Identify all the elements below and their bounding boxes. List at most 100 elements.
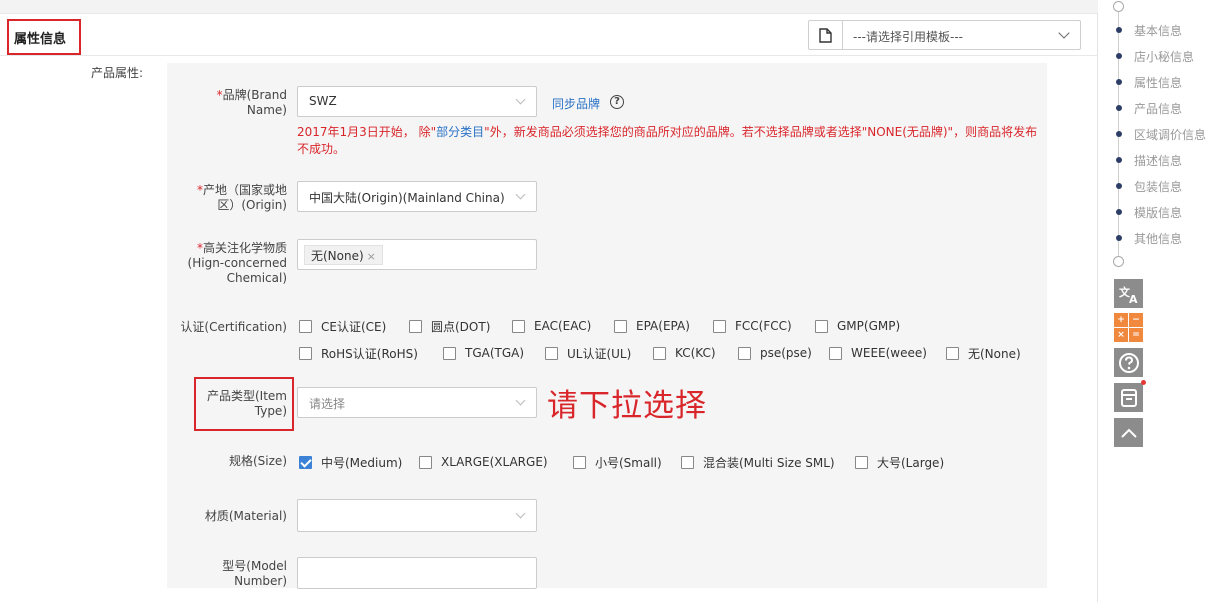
- nav-dot: [1116, 105, 1122, 111]
- nav-item[interactable]: 区域调价信息: [1114, 126, 1206, 142]
- nav-end-ring: [1113, 256, 1124, 267]
- checkbox[interactable]: [713, 319, 726, 333]
- checkbox[interactable]: [653, 346, 666, 360]
- origin-label: *产地（国家或地区）(Origin): [187, 183, 287, 213]
- checkbox[interactable]: [681, 455, 694, 469]
- calc-equals: =: [1129, 328, 1143, 342]
- size-option[interactable]: 大号(Large): [855, 454, 944, 470]
- sync-brand-link[interactable]: 同步品牌: [552, 95, 600, 112]
- nav-item[interactable]: 基本信息: [1114, 22, 1182, 38]
- nav-item[interactable]: 店小秘信息: [1114, 48, 1194, 64]
- nav-item-label: 包装信息: [1134, 179, 1183, 194]
- checkbox[interactable]: [829, 346, 842, 360]
- certification-label: 认证(Certification): [180, 320, 287, 334]
- archive-icon[interactable]: [1114, 383, 1143, 412]
- nav-item[interactable]: 模版信息: [1114, 204, 1182, 220]
- checkbox[interactable]: [409, 319, 422, 333]
- brand-label-text: 品牌(Brand Name): [222, 88, 287, 117]
- chemical-label-text: 高关注化学物质(Hign-concerned Chemical): [187, 241, 287, 285]
- brand-warning: 2017年1月3日开始， 除"部分类目"外，新发商品必须选择您的商品所对应的品牌…: [297, 124, 1039, 158]
- certification-option[interactable]: UL认证(UL): [545, 345, 631, 361]
- nav-item[interactable]: 其他信息: [1114, 230, 1182, 246]
- certification-option[interactable]: 圆点(DOT): [409, 318, 490, 334]
- nav-dot: [1116, 157, 1122, 163]
- size-option[interactable]: 混合装(Multi Size SML): [681, 454, 835, 470]
- brand-label: *品牌(Brand Name): [207, 88, 287, 118]
- nav-item-label: 产品信息: [1134, 101, 1183, 116]
- chemical-multiselect[interactable]: 无(None) ×: [297, 239, 537, 270]
- nav-item-label: 基本信息: [1134, 23, 1183, 38]
- model-number-input[interactable]: [297, 557, 537, 589]
- checkbox-label: CE认证(CE): [321, 319, 387, 334]
- checkbox[interactable]: [573, 455, 586, 469]
- checkbox[interactable]: [815, 319, 828, 333]
- size-option[interactable]: 中号(Medium): [299, 454, 402, 470]
- tag-label: 无(None): [311, 249, 364, 263]
- certification-option[interactable]: 无(None): [946, 345, 1021, 361]
- certification-option[interactable]: FCC(FCC): [713, 318, 792, 334]
- calc-plus: +: [1114, 313, 1128, 327]
- top-strip: [0, 0, 1098, 14]
- size-option[interactable]: 小号(Small): [573, 454, 662, 470]
- template-select[interactable]: ---请选择引用模板---: [808, 20, 1081, 50]
- checkbox[interactable]: [738, 346, 751, 360]
- nav-item[interactable]: 描述信息: [1114, 152, 1182, 168]
- size-option[interactable]: XLARGE(XLARGE): [419, 454, 548, 470]
- checkbox-label: 混合装(Multi Size SML): [703, 455, 835, 470]
- origin-value: 中国大陆(Origin)(Mainland China): [309, 191, 505, 205]
- checkbox[interactable]: [299, 455, 312, 469]
- dropdown-hint: 请下拉选择: [547, 388, 707, 424]
- checkbox-label: 小号(Small): [595, 455, 662, 470]
- template-select-value: ---请选择引用模板---: [853, 30, 963, 44]
- certification-option[interactable]: EAC(EAC): [512, 318, 591, 334]
- checkbox[interactable]: [614, 319, 627, 333]
- chevron-down-icon: [515, 508, 526, 519]
- checkbox-label: TGA(TGA): [465, 346, 525, 360]
- nav-dot: [1116, 131, 1122, 137]
- partial-category-link[interactable]: 部分类目: [436, 125, 484, 139]
- material-select[interactable]: [297, 499, 537, 532]
- item-type-select[interactable]: 请选择: [297, 387, 537, 418]
- translate-icon[interactable]: 文A: [1114, 279, 1143, 308]
- certification-option[interactable]: pse(pse): [738, 345, 812, 361]
- calculator-icon[interactable]: + − × =: [1114, 313, 1143, 342]
- certification-option[interactable]: TGA(TGA): [443, 345, 524, 361]
- model-number-label: 型号(Model Number): [222, 559, 287, 588]
- chevron-down-icon: [515, 395, 526, 406]
- nav-dot: [1116, 27, 1122, 33]
- nav-item-label: 其他信息: [1134, 231, 1183, 246]
- checkbox[interactable]: [512, 319, 525, 333]
- size-label: 规格(Size): [229, 454, 287, 468]
- checkbox[interactable]: [946, 346, 959, 360]
- checkbox-label: EAC(EAC): [534, 319, 592, 333]
- checkbox-label: UL认证(UL): [567, 346, 632, 361]
- checkbox[interactable]: [443, 346, 456, 360]
- certification-option[interactable]: CE认证(CE): [299, 318, 386, 334]
- back-to-top-icon[interactable]: [1114, 418, 1143, 447]
- certification-option[interactable]: EPA(EPA): [614, 318, 690, 334]
- nav-item[interactable]: 包装信息: [1114, 178, 1182, 194]
- certification-option[interactable]: WEEE(weee): [829, 345, 927, 361]
- help-icon[interactable]: ?: [610, 95, 624, 109]
- certification-option[interactable]: KC(KC): [653, 345, 716, 361]
- help-circle-icon[interactable]: [1114, 348, 1143, 377]
- origin-select[interactable]: 中国大陆(Origin)(Mainland China): [297, 181, 537, 212]
- checkbox-label: 圆点(DOT): [431, 319, 491, 334]
- certification-option[interactable]: GMP(GMP): [815, 318, 900, 334]
- checkbox-label: FCC(FCC): [735, 319, 792, 333]
- brand-select[interactable]: SWZ: [297, 86, 537, 117]
- checkbox[interactable]: [545, 346, 558, 360]
- checkbox[interactable]: [299, 319, 312, 333]
- tag-remove-icon[interactable]: ×: [367, 250, 376, 263]
- document-icon: [809, 21, 843, 49]
- chevron-down-icon: [515, 94, 526, 105]
- checkbox[interactable]: [855, 455, 868, 469]
- checkbox[interactable]: [299, 346, 312, 360]
- nav-item[interactable]: 产品信息: [1114, 100, 1182, 116]
- nav-item[interactable]: 属性信息: [1114, 74, 1182, 90]
- calc-minus: −: [1129, 313, 1143, 327]
- certification-option[interactable]: RoHS认证(RoHS): [299, 345, 418, 361]
- nav-dot: [1116, 79, 1122, 85]
- checkbox[interactable]: [419, 455, 432, 469]
- selected-tag: 无(None) ×: [304, 245, 383, 265]
